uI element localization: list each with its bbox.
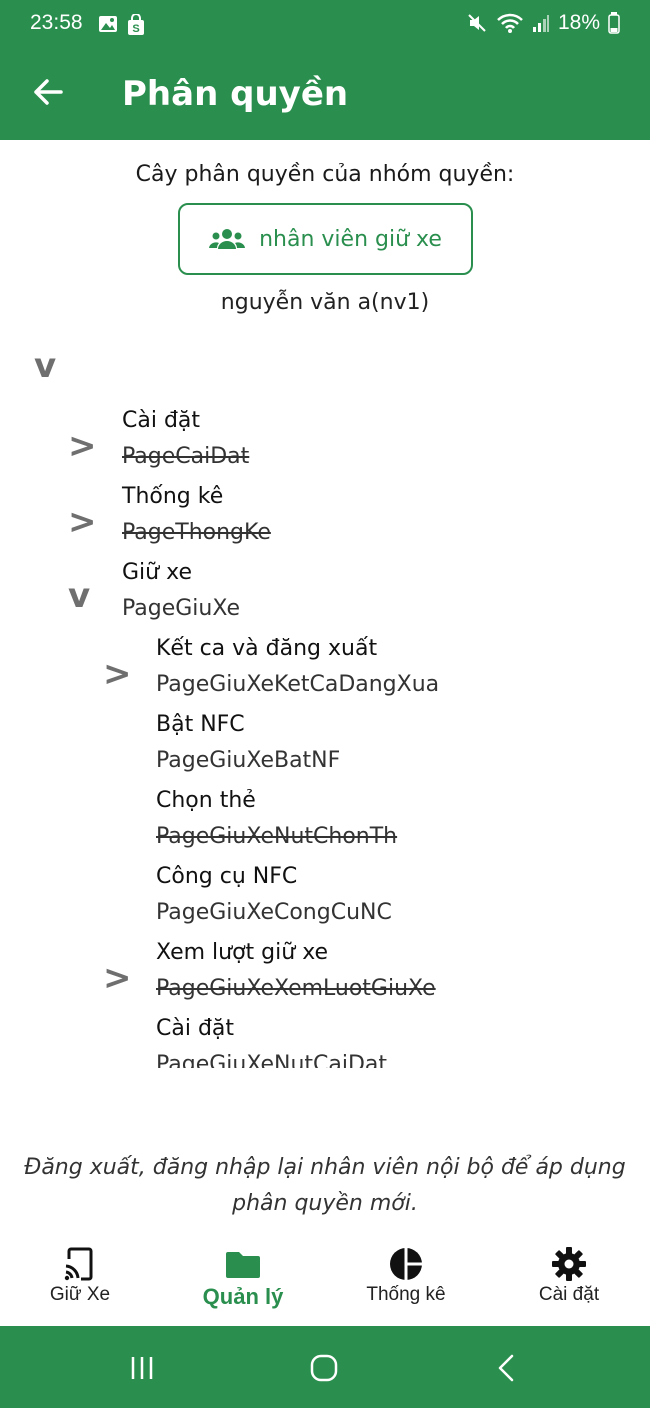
- tree-node-title[interactable]: Xem lượt giữ xe: [156, 940, 328, 965]
- page-title: Phân quyền: [122, 74, 349, 114]
- shop-bag-icon: S: [128, 14, 144, 35]
- relogin-notice: Đăng xuất, đăng nhập lại nhân viên nội b…: [24, 1155, 626, 1216]
- svg-text:S: S: [132, 23, 139, 35]
- nav-label: Cài đặt: [538, 1284, 600, 1305]
- tree-node-title[interactable]: Giữ xe: [122, 560, 192, 585]
- permission-heading: Cây phân quyền của nhóm quyền:: [135, 162, 515, 187]
- tree-toggle-expand[interactable]: >: [68, 502, 97, 542]
- tree-node-page: PageGiuXeXemLuotGiuXe: [156, 976, 436, 1001]
- status-time: 23:58: [30, 11, 83, 34]
- users-group-icon: [209, 229, 246, 249]
- pie-chart-icon: [390, 1248, 422, 1280]
- tree-toggle-expand[interactable]: >: [68, 426, 97, 466]
- permission-group-label: nhân viên giữ xe: [259, 226, 442, 252]
- nav-item-thong-ke[interactable]: Thống kê: [326, 1246, 486, 1306]
- status-bar: 23:58 S 18%: [0, 0, 650, 50]
- tree-node-page: PageGiuXeKetCaDangXua: [156, 672, 440, 697]
- wifi-icon: [497, 13, 523, 33]
- chevron-left-icon: [498, 1354, 514, 1382]
- tree-node-title[interactable]: Bật NFC: [156, 712, 245, 737]
- tree-node-page: PageGiuXeNutCaiDat: [156, 1052, 388, 1068]
- tree-toggle-expand[interactable]: >: [103, 654, 132, 694]
- gear-icon: [552, 1247, 586, 1281]
- tree-node-page: PageGiuXe: [122, 596, 240, 621]
- tree-toggle-collapse[interactable]: v: [68, 576, 90, 616]
- tree-root-toggle[interactable]: v: [34, 346, 56, 386]
- app-bar: Phân quyền: [0, 50, 650, 140]
- home-icon: [310, 1354, 338, 1382]
- tree-node-title[interactable]: Chọn thẻ: [156, 788, 256, 813]
- tree-node-title[interactable]: Cài đặt: [122, 408, 200, 433]
- system-back-button[interactable]: [486, 1350, 526, 1386]
- nav-label: Giữ Xe: [49, 1284, 111, 1305]
- user-name: nguyễn văn a(nv1): [220, 290, 430, 315]
- gallery-icon: [99, 16, 117, 32]
- tree-node-page: PageGiuXeCongCuNC: [156, 900, 392, 925]
- mute-icon: [468, 14, 486, 32]
- tree-node-title[interactable]: Thống kê: [122, 484, 223, 509]
- battery-percent: 18%: [557, 11, 600, 34]
- tree-toggle-expand[interactable]: >: [103, 958, 132, 998]
- tree-node-title[interactable]: Cài đặt: [156, 1016, 234, 1041]
- permission-group-button[interactable]: nhân viên giữ xe: [178, 203, 473, 275]
- bottom-navigation: Giữ Xe Quản lý Thống kê Cài đặt: [0, 1240, 650, 1326]
- signal-icon: [532, 15, 549, 32]
- permission-tree: v > Cài đặt PageCaiDat > Thống kê PageTh…: [0, 340, 650, 1068]
- back-button[interactable]: [28, 72, 68, 112]
- arrow-back-icon: [34, 79, 63, 105]
- battery-icon: [608, 12, 620, 34]
- cast-icon: [64, 1247, 93, 1281]
- tree-node-page: PageGiuXeBatNF: [156, 748, 341, 773]
- nav-item-cai-dat[interactable]: Cài đặt: [489, 1246, 649, 1306]
- recent-apps-button[interactable]: [122, 1350, 162, 1386]
- nav-label: Thống kê: [366, 1284, 446, 1305]
- tree-node-page: PageGiuXeNutChonTh: [156, 824, 398, 849]
- tree-node-page: PageCaiDat: [122, 444, 250, 469]
- nav-item-giu-xe[interactable]: Giữ Xe: [0, 1246, 160, 1306]
- nav-label: Quản lý: [202, 1284, 284, 1309]
- recent-apps-icon: [131, 1357, 153, 1379]
- system-navigation-bar: [0, 1326, 650, 1408]
- nav-item-quan-ly[interactable]: Quản lý: [163, 1246, 323, 1310]
- home-button[interactable]: [304, 1350, 344, 1386]
- tree-node-title[interactable]: Công cụ NFC: [156, 864, 297, 889]
- tree-node-page: PageThongKe: [122, 520, 271, 545]
- folder-icon: [226, 1252, 260, 1278]
- tree-node-title[interactable]: Kết ca và đăng xuất: [156, 636, 377, 661]
